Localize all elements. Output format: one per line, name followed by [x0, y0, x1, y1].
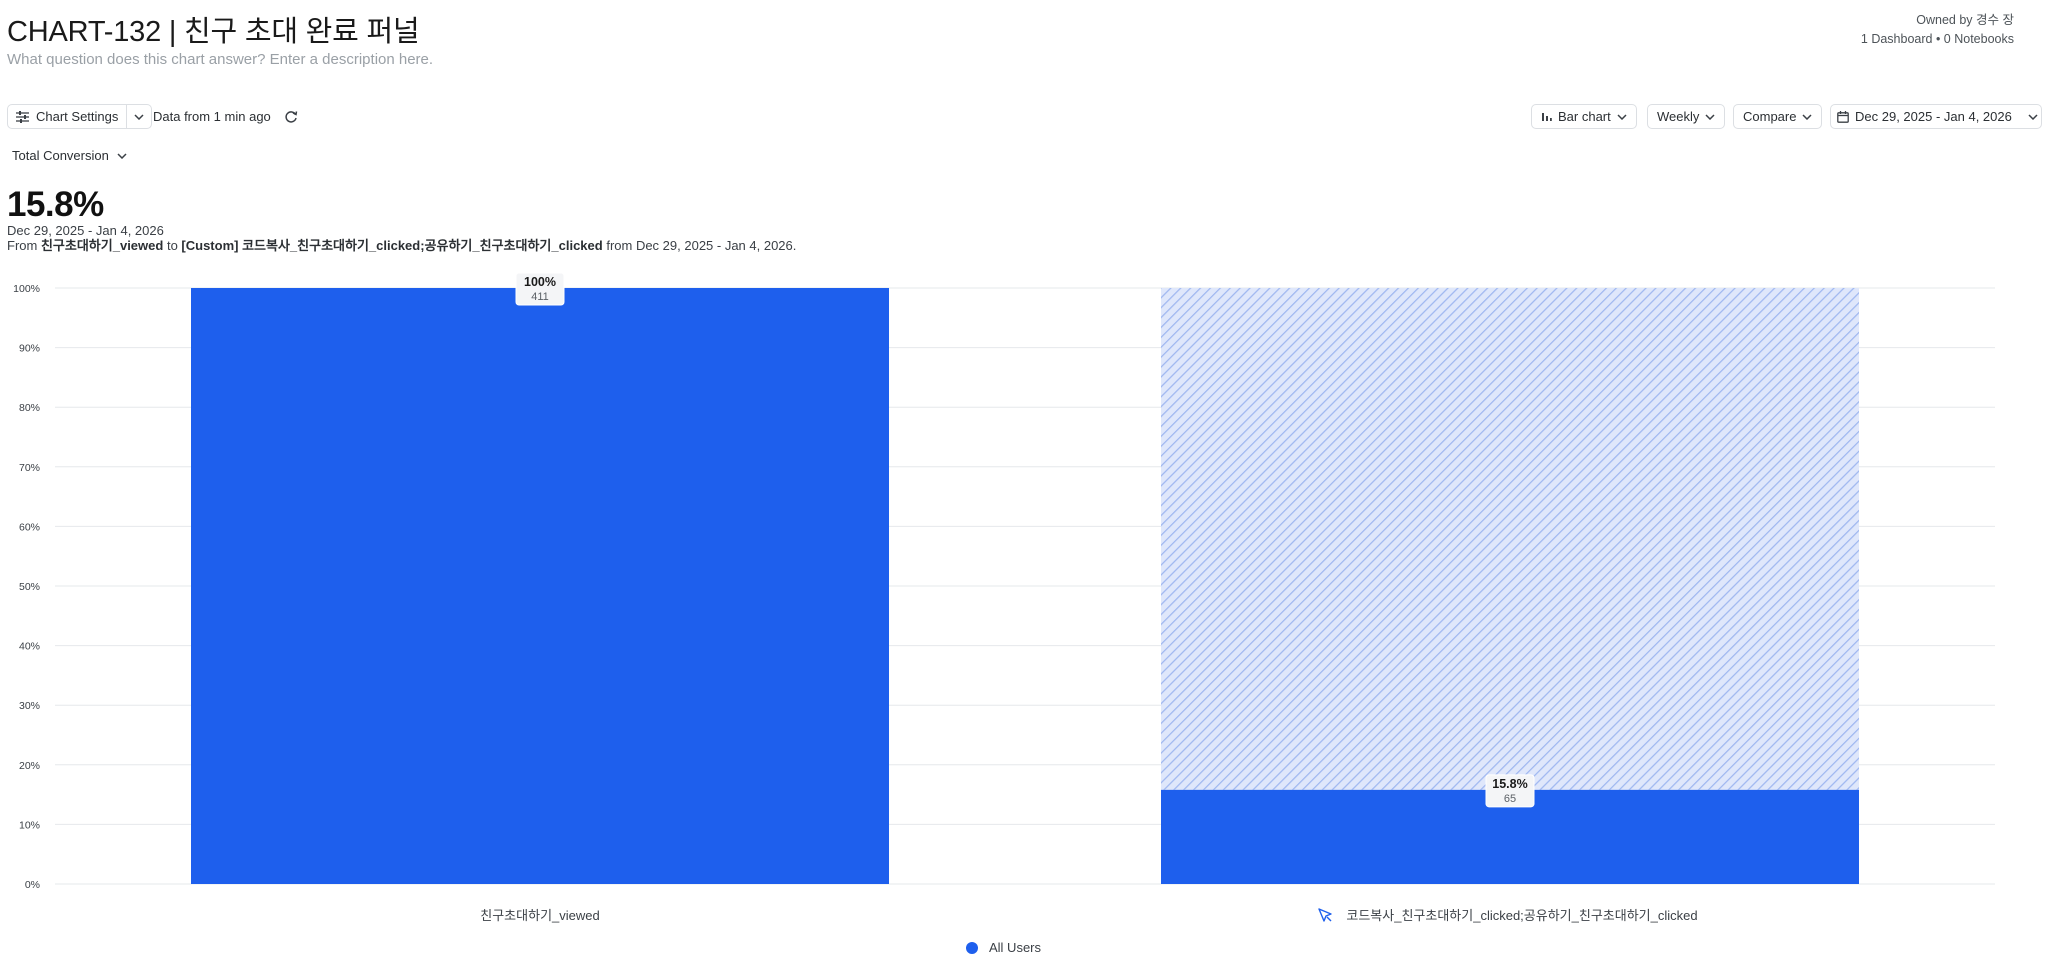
y-tick-label: 90% — [19, 343, 40, 355]
bar-chart-icon — [1542, 113, 1552, 121]
summary-from-event: 친구초대하기_viewed — [40, 238, 164, 253]
y-tick-label: 30% — [19, 700, 40, 712]
x-category-label: 코드복사_친구초대하기_clicked;공유하기_친구초대하기_clicked — [1346, 908, 1697, 923]
chevron-down-icon — [1617, 113, 1627, 120]
interval-select[interactable]: Weekly — [1647, 104, 1726, 129]
date-range-label: Dec 29, 2025 - Jan 4, 2026 — [1855, 109, 2012, 124]
metric-select-label: Total Conversion — [12, 148, 109, 163]
chart-legend[interactable]: All Users — [966, 940, 1041, 955]
y-tick-label: 10% — [19, 819, 40, 831]
interval-label: Weekly — [1657, 109, 1700, 124]
funnel-chart: 0% 10% 20% 30% 40% 50% 60% 70% 80% 90% 100% 100% 41… — [0, 270, 2048, 970]
data-label-count: 411 — [531, 291, 549, 303]
chevron-down-icon — [2028, 113, 2038, 120]
data-label-percent: 15.8% — [1492, 777, 1527, 791]
date-range-picker[interactable]: Dec 29, 2025 - Jan 4, 2026 — [1830, 104, 2042, 129]
y-tick-label: 80% — [19, 402, 40, 414]
chart-settings-button[interactable]: Chart Settings — [8, 105, 126, 128]
chart-description[interactable]: What question does this chart answer? En… — [7, 51, 433, 68]
conversion-bar — [191, 288, 889, 884]
conversion-value: 15.8% — [7, 185, 104, 224]
cursor-tail-shape — [1326, 916, 1332, 922]
y-tick-label: 40% — [19, 641, 40, 653]
chart-settings-label: Chart Settings — [36, 109, 119, 124]
chart-type-select[interactable]: Bar chart — [1531, 104, 1637, 129]
chart-type-label: Bar chart — [1558, 109, 1611, 124]
data-freshness: Data from 1 min ago — [153, 109, 271, 124]
summary-range: from Dec 29, 2025 - Jan 4, 2026. — [606, 238, 797, 253]
chart-settings-dropdown[interactable] — [127, 105, 151, 128]
custom-event-cursor-icon — [1318, 908, 1332, 922]
linked-items[interactable]: 1 Dashboard • 0 Notebooks — [1861, 30, 2014, 49]
summary-to-event: [Custom] 코드복사_친구초대하기_clicked;공유하기_친구초대하기… — [181, 238, 603, 253]
compare-label: Compare — [1743, 109, 1797, 124]
y-tick-label: 50% — [19, 581, 40, 593]
compare-select[interactable]: Compare — [1733, 104, 1823, 129]
refresh-icon[interactable] — [283, 109, 299, 125]
y-tick-label: 60% — [19, 521, 40, 533]
y-tick-label: 100% — [13, 283, 40, 295]
legend-dot — [966, 941, 978, 954]
chevron-down-icon — [134, 113, 144, 120]
data-label-count: 65 — [1504, 793, 1516, 805]
page-title: CHART-132 | 친구 초대 완료 퍼널 — [7, 16, 420, 48]
owner-label[interactable]: Owned by 경수 장 — [1861, 11, 2014, 30]
chart-settings-group: Chart Settings — [7, 104, 153, 129]
funnel-chart-svg: 0% 10% 20% 30% 40% 50% 60% 70% 80% 90% 100% 100% 41… — [13, 272, 1995, 923]
sliders-icon — [16, 110, 29, 123]
summary-from: From — [7, 238, 38, 253]
dropoff-bar — [1161, 288, 1859, 790]
summary-to: to — [166, 238, 178, 253]
chevron-down-icon — [117, 152, 127, 159]
y-tick-label: 70% — [19, 462, 40, 474]
legend-label: All Users — [989, 940, 1042, 955]
x-category-label: 친구초대하기_viewed — [480, 908, 599, 923]
chevron-down-icon — [1705, 113, 1715, 120]
chevron-down-icon — [1802, 113, 1812, 120]
owner-info: Owned by 경수 장 1 Dashboard • 0 Notebooks — [1861, 11, 2014, 49]
data-label-percent: 100% — [524, 275, 556, 289]
funnel-summary: From 친구초대하기_viewed to [Custom] 코드복사_친구초대… — [7, 235, 796, 254]
y-tick-label: 20% — [19, 760, 40, 772]
y-tick-label: 0% — [25, 879, 40, 891]
calendar-icon — [1837, 110, 1849, 123]
metric-select[interactable]: Total Conversion — [12, 148, 127, 163]
